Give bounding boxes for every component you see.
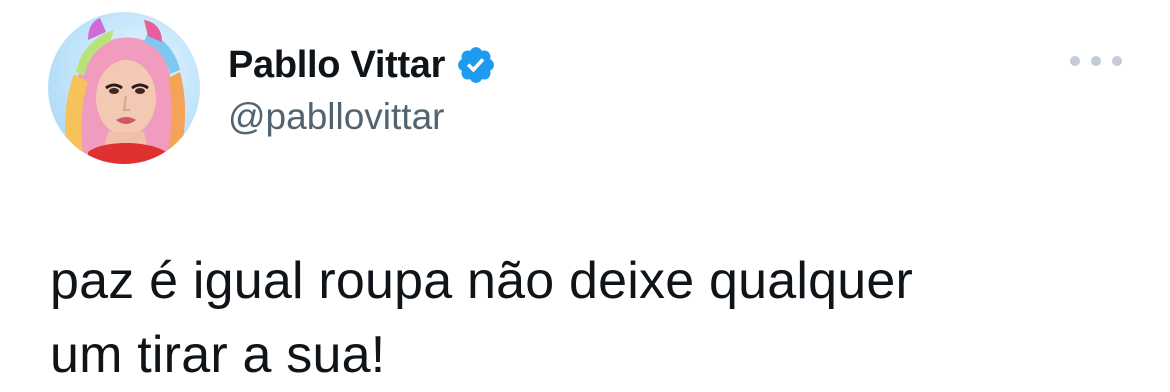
author-handle[interactable]: @pabllovittar — [228, 98, 445, 135]
more-dot — [1091, 56, 1101, 66]
more-options-icon[interactable] — [1070, 48, 1122, 74]
author-name-row: Pabllo Vittar — [228, 40, 497, 90]
verified-badge-icon — [458, 47, 495, 83]
more-dot — [1070, 56, 1080, 66]
avatar[interactable] — [48, 12, 200, 164]
tweet-text: paz é igual roupa não deixe qualquer um … — [50, 252, 913, 384]
avatar-image — [65, 18, 186, 164]
author-display-name[interactable]: Pabllo Vittar — [228, 46, 445, 84]
more-dot — [1112, 56, 1122, 66]
tweet-card: Pabllo Vittar @pabllovittar paz é igual … — [0, 0, 1170, 389]
